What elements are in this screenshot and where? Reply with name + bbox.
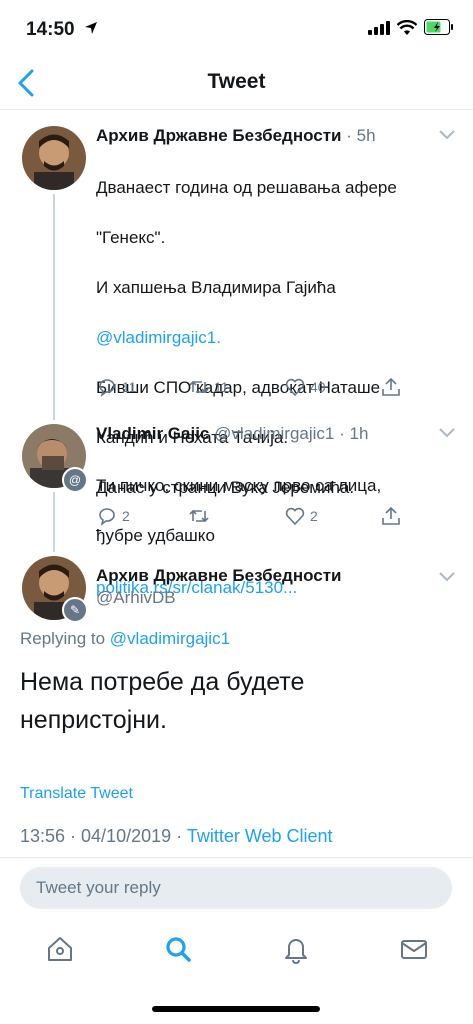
replying-handle-link[interactable]: @vladimirgajic1 <box>110 629 230 648</box>
tweet-actions: 11 11 40 <box>96 376 416 400</box>
main-tweet-text: Нема потребе да будете непристојни. <box>20 663 304 739</box>
tweet-line: И хапшења Владимира Гајића <box>96 278 336 297</box>
replying-to: Replying to @vladimirgajic1 <box>20 629 230 649</box>
like-count: 40 <box>310 379 326 395</box>
tab-bar <box>0 920 473 980</box>
wifi-icon <box>397 20 417 35</box>
chevron-down-icon[interactable] <box>439 130 455 140</box>
page-title: Tweet <box>207 70 266 93</box>
reply-count: 2 <box>122 508 130 524</box>
retweet-icon <box>189 380 209 394</box>
author-name[interactable]: Архив Државне Безбедности <box>96 566 342 585</box>
reply-icon <box>99 379 115 397</box>
share-icon <box>382 377 400 396</box>
replying-label: Replying to <box>20 629 106 648</box>
heart-icon <box>285 378 305 397</box>
home-icon[interactable] <box>45 934 75 964</box>
retweet-icon <box>189 509 209 523</box>
reply-button[interactable]: 2 <box>96 505 130 527</box>
chevron-down-icon[interactable] <box>439 428 455 438</box>
status-time: 14:50 <box>26 19 75 40</box>
author-handle: @vladimirgajic1 <box>214 424 335 443</box>
at-badge-icon: @ <box>62 467 88 493</box>
nav-bar: Tweet <box>0 52 473 110</box>
reply-count: 11 <box>122 379 137 395</box>
tweet-line: непристојни. <box>20 706 167 734</box>
home-indicator <box>152 1006 320 1012</box>
retweet-button[interactable] <box>188 505 210 527</box>
avatar[interactable] <box>22 126 86 190</box>
tweet-time: · 5h <box>346 126 376 145</box>
tweet-line: Нема потребе да будете <box>20 668 305 696</box>
reply-icon <box>99 508 115 526</box>
mention-link[interactable]: @vladimirgajic1. <box>96 325 397 350</box>
reply-input[interactable]: Tweet your reply <box>20 867 452 909</box>
location-arrow-icon <box>85 22 97 34</box>
like-button[interactable]: 2 <box>284 505 318 527</box>
author-name[interactable]: Vladimir Gajic <box>96 424 209 443</box>
cellular-signal-icon <box>368 21 390 35</box>
tweet-actions: 2 2 <box>96 505 416 529</box>
search-icon[interactable] <box>163 934 193 964</box>
like-count: 2 <box>310 508 318 524</box>
author-name[interactable]: Архив Државне Безбедности <box>96 126 342 145</box>
messages-envelope-icon[interactable] <box>399 934 429 964</box>
timestamp-text: 13:56 · 04/10/2019 · <box>20 826 183 846</box>
divider <box>0 857 473 858</box>
share-icon <box>382 506 400 525</box>
pencil-badge-icon: ✎ <box>62 597 88 623</box>
main-author-name: Архив Државне Безбедности <box>96 566 342 586</box>
status-bar: 14:50 <box>0 0 473 52</box>
notifications-bell-icon[interactable] <box>281 934 311 964</box>
tweet-line: Ти пичко, скини маску прво са лица, <box>96 476 382 495</box>
retweet-count: 11 <box>214 379 229 395</box>
thread-line <box>53 492 55 552</box>
share-button[interactable] <box>380 505 402 527</box>
battery-charging-icon <box>424 19 453 35</box>
tweet-header: Архив Државне Безбедности · 5h <box>96 126 376 146</box>
main-author-handle[interactable]: @ArhivDB <box>96 588 176 608</box>
share-button[interactable] <box>380 376 402 398</box>
retweet-button[interactable]: 11 <box>188 376 229 398</box>
reply-button[interactable]: 11 <box>96 376 137 398</box>
tweet-line: Дванаест година од решавања афере <box>96 178 397 197</box>
tweet-line: "Генекс". <box>96 228 166 247</box>
thread-line <box>53 194 55 420</box>
client-link[interactable]: Twitter Web Client <box>187 826 333 846</box>
like-button[interactable]: 40 <box>284 376 326 398</box>
tweet-header: Vladimir Gajic @vladimirgajic1 · 1h <box>96 424 368 444</box>
tweet-time: · 1h <box>339 424 369 443</box>
heart-icon <box>285 507 305 526</box>
chevron-down-icon[interactable] <box>439 572 455 582</box>
tweet-timestamp: 13:56 · 04/10/2019 · Twitter Web Client <box>20 826 333 847</box>
reply-placeholder: Tweet your reply <box>36 878 161 897</box>
translate-tweet-link[interactable]: Translate Tweet <box>20 785 133 803</box>
